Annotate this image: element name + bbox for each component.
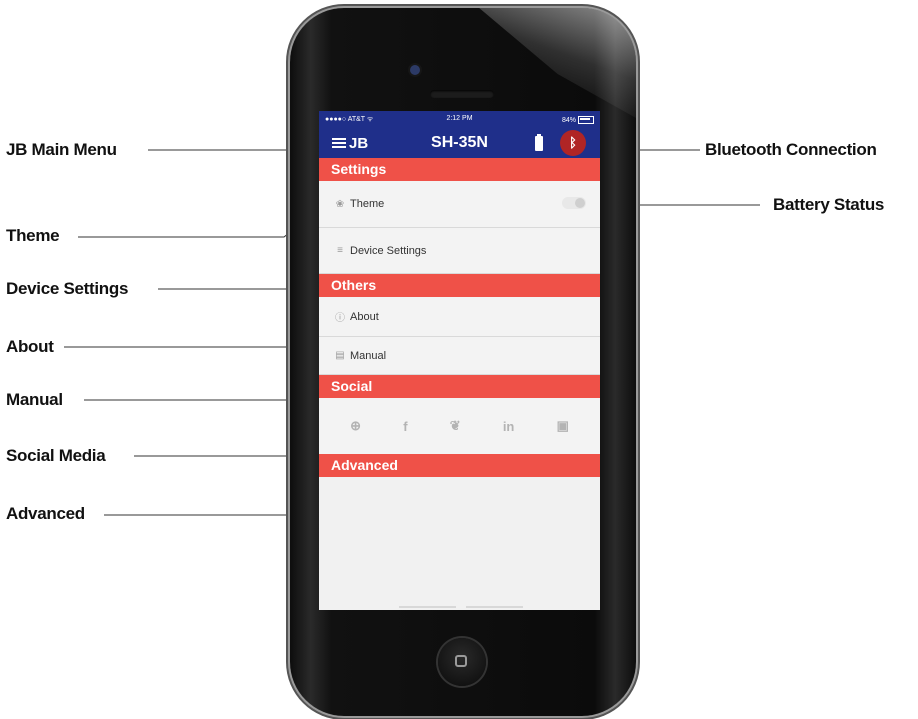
about-label: About: [350, 310, 379, 323]
section-advanced[interactable]: Advanced: [319, 454, 600, 477]
callout-advanced: Advanced: [6, 504, 85, 523]
status-bar: ●●●●○ AT&T ᯤ 2:12 PM 84%: [319, 111, 600, 128]
facebook-icon[interactable]: f: [403, 419, 407, 434]
callout-about: About: [6, 337, 54, 356]
callout-manual: Manual: [6, 390, 63, 409]
bluetooth-icon: ᛒ: [569, 135, 577, 150]
section-social: Social: [319, 375, 600, 398]
earpiece-speaker: [430, 90, 494, 98]
device-title: SH-35N: [431, 134, 488, 151]
status-battery-icon: [578, 115, 594, 124]
palette-icon: ❀: [335, 198, 345, 210]
bluetooth-connection-button[interactable]: ᛒ: [560, 130, 586, 156]
battery-icon: [535, 134, 543, 151]
manual-label: Manual: [350, 349, 387, 362]
front-camera: [410, 65, 420, 75]
linkedin-icon[interactable]: in: [503, 419, 515, 434]
scroll-indicator: [399, 606, 523, 608]
home-square-icon: [455, 655, 467, 667]
callout-bluetooth-connection: Bluetooth Connection: [705, 140, 877, 159]
social-media-row: ⊕ f ❦ in ▣: [319, 398, 600, 454]
screen-glare: [479, 8, 636, 118]
nav-bar: JB SH-35N ᛒ: [319, 128, 600, 158]
callout-battery-status: Battery Status: [773, 195, 885, 214]
section-others: Others: [319, 274, 600, 297]
info-icon: ⓘ: [335, 313, 345, 324]
device-settings-row[interactable]: ≡ Device Settings: [319, 228, 600, 274]
about-row[interactable]: ⓘ About: [319, 297, 600, 337]
device-settings-label: Device Settings: [350, 244, 427, 257]
callout-device-settings: Device Settings: [6, 279, 129, 298]
theme-row[interactable]: ❀ Theme: [319, 181, 600, 228]
youtube-icon[interactable]: ▣: [557, 418, 569, 434]
theme-label: Theme: [350, 198, 385, 210]
list-icon: ≡: [337, 245, 343, 256]
globe-icon[interactable]: ⊕: [350, 418, 361, 434]
status-time: 2:12 PM: [446, 115, 473, 122]
theme-toggle[interactable]: [562, 197, 586, 209]
callout-theme: Theme: [6, 226, 60, 245]
toggle-knob: [575, 198, 585, 208]
home-button[interactable]: [438, 638, 486, 686]
section-settings: Settings: [319, 158, 600, 181]
twitter-icon[interactable]: ❦: [450, 418, 461, 434]
callout-jb-main-menu: JB Main Menu: [6, 140, 117, 159]
app-screen: ●●●●○ AT&T ᯤ 2:12 PM 84% JB SH-35N ᛒ Set…: [319, 111, 600, 610]
document-icon: ▤: [335, 350, 345, 361]
callout-social-media: Social Media: [6, 446, 106, 465]
manual-row[interactable]: ▤ Manual: [319, 337, 600, 375]
